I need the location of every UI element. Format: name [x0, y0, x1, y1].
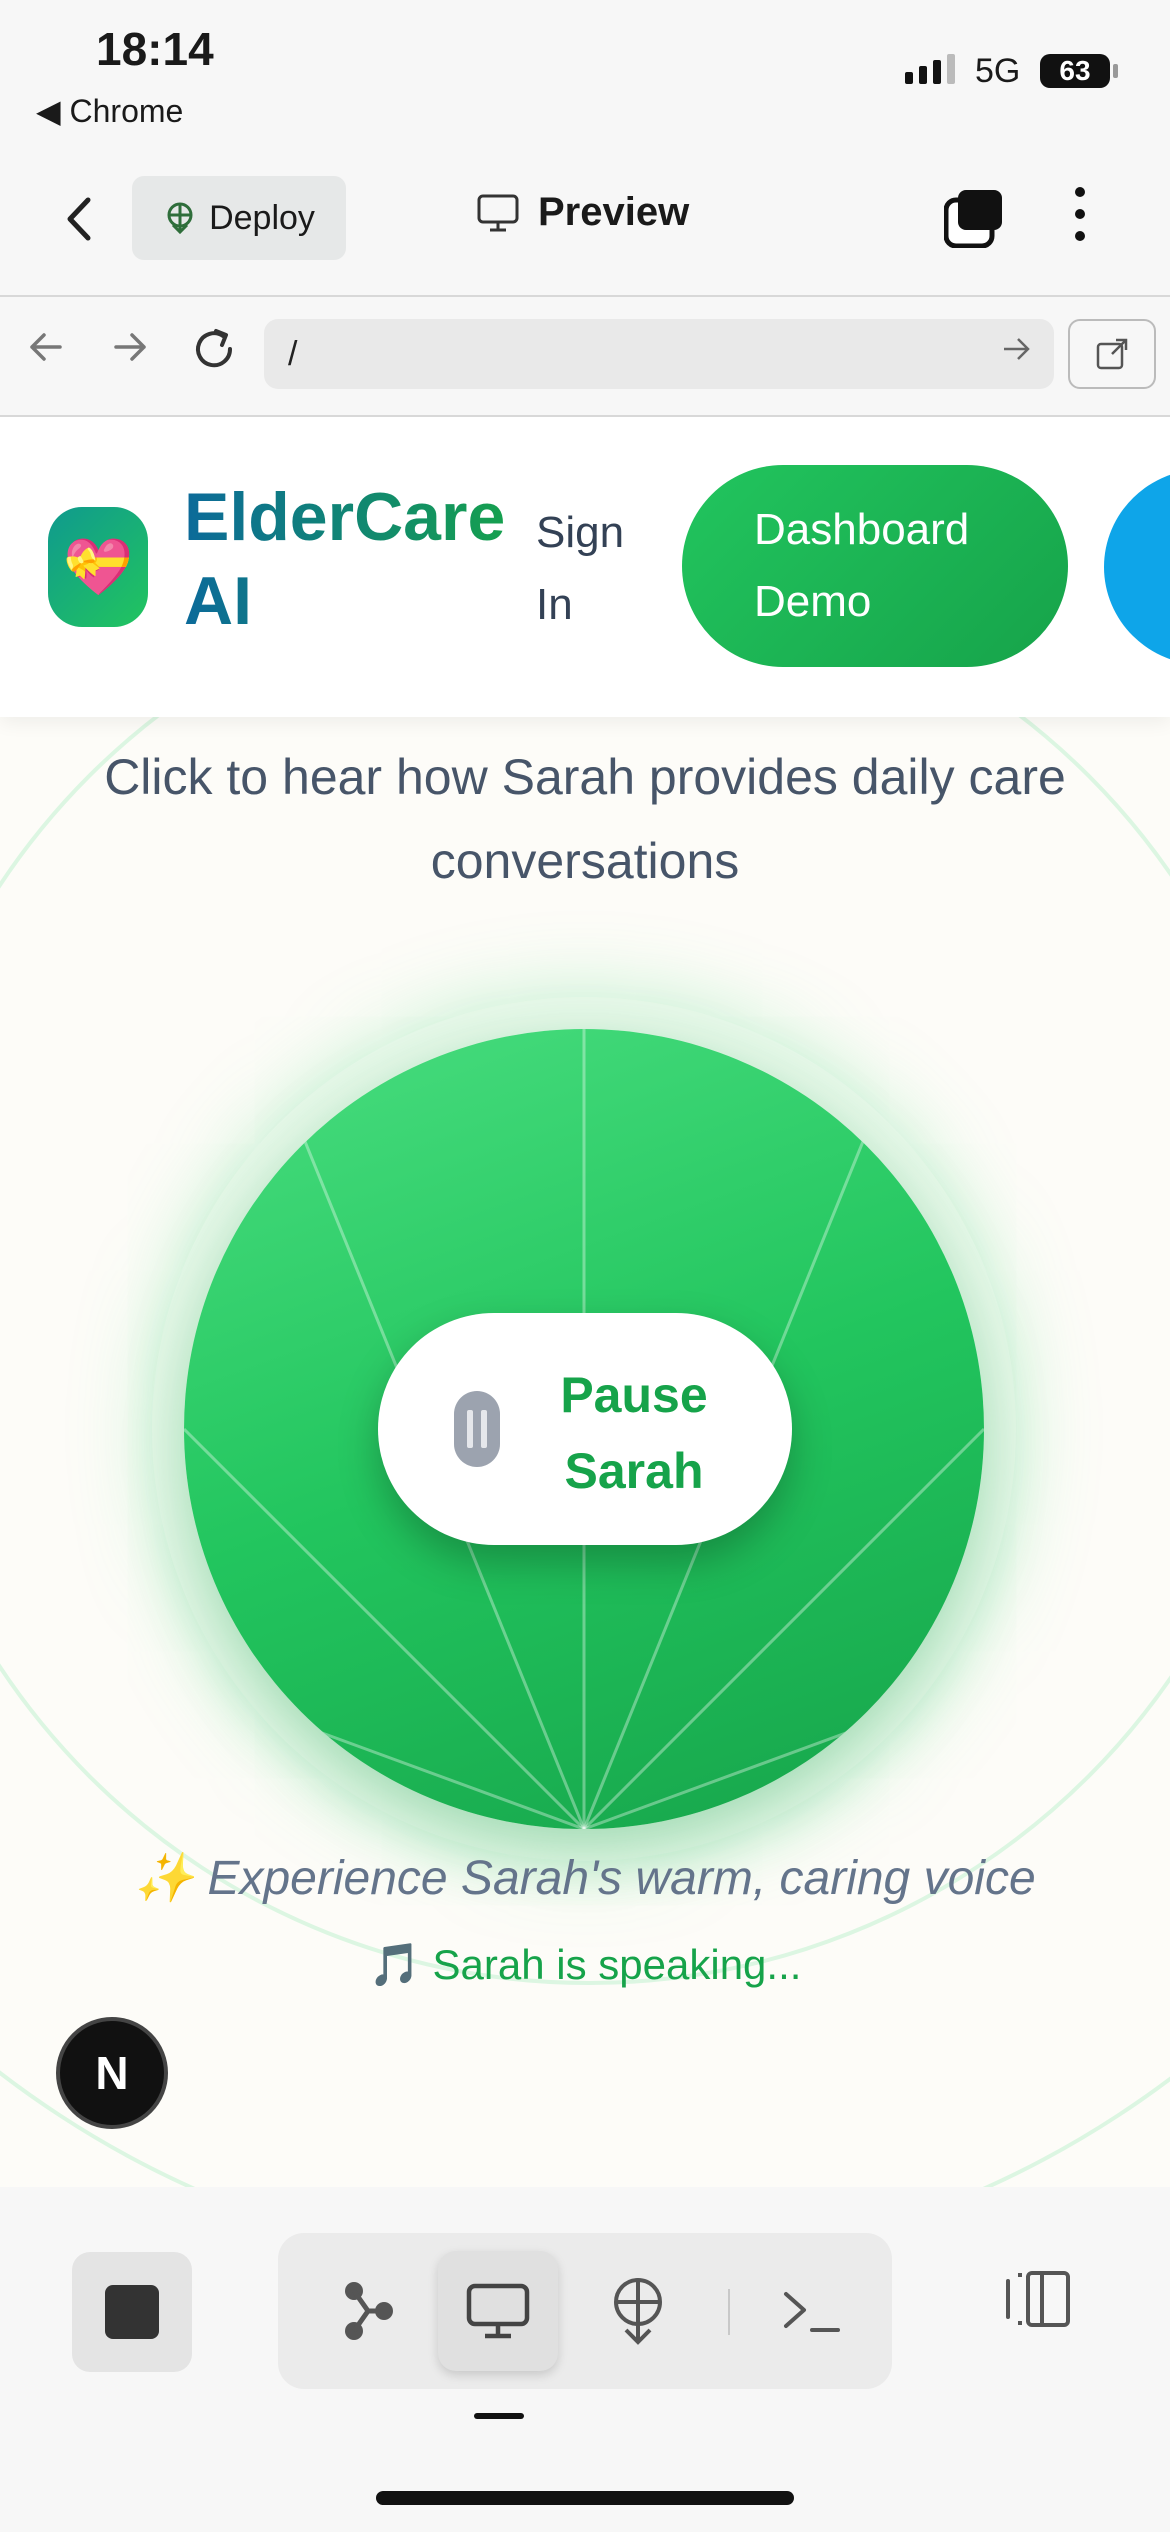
url-bar — [0, 297, 1170, 417]
sign-in-link[interactable]: Sign In — [536, 497, 646, 641]
battery-icon: 63 — [1040, 54, 1118, 88]
cta-button-partial[interactable] — [1104, 469, 1170, 665]
go-arrow-icon[interactable] — [1000, 333, 1032, 374]
network-type: 5G — [975, 52, 1021, 90]
tabs-icon[interactable] — [943, 188, 1002, 249]
deploy-button[interactable]: Deploy — [132, 176, 346, 260]
divider — [728, 2289, 730, 2335]
url-input[interactable] — [264, 319, 1054, 389]
deploy-icon — [167, 202, 193, 235]
preview-tab[interactable]: Preview — [476, 190, 689, 235]
graph-icon[interactable] — [308, 2251, 428, 2371]
deploy-label: Deploy — [209, 198, 315, 237]
back-to-app-link[interactable]: ◀ Chrome — [36, 92, 183, 130]
preview-label: Preview — [538, 190, 690, 234]
speaking-status: 🎵 Sarah is speaking... — [368, 1941, 802, 1988]
reload-icon[interactable] — [190, 325, 238, 385]
stop-button[interactable] — [72, 2252, 192, 2372]
open-external-icon[interactable] — [1068, 319, 1156, 389]
web-page: 💝 ElderCare AI Sign In Dashboard Demo Cl… — [0, 417, 1170, 2187]
forward-arrow-icon[interactable] — [110, 327, 150, 378]
nextjs-dev-badge[interactable]: N — [56, 2017, 168, 2129]
terminal-icon[interactable] — [752, 2251, 872, 2371]
home-indicator — [376, 2491, 794, 2505]
logo-icon: 💝 — [48, 507, 148, 627]
stop-icon — [105, 2285, 159, 2339]
pause-sarah-button[interactable]: Pause Sarah — [378, 1313, 792, 1545]
voice-tagline: ✨ Experience Sarah's warm, caring voice — [134, 1852, 1036, 1905]
active-indicator — [474, 2413, 524, 2419]
pause-sarah-label: Pause Sarah — [560, 1367, 708, 1499]
monitor-icon — [477, 194, 519, 231]
monitor-icon[interactable] — [438, 2251, 558, 2371]
voice-demo-subtitle: Click to hear how Sarah provides daily c… — [104, 749, 1066, 889]
site-header: 💝 ElderCare AI Sign In Dashboard Demo — [0, 417, 1170, 717]
signal-icon — [905, 54, 955, 84]
dashboard-demo-button[interactable]: Dashboard Demo — [682, 465, 1068, 667]
deploy-icon[interactable] — [578, 2251, 698, 2371]
pause-icon — [454, 1391, 500, 1467]
view-switcher — [278, 2233, 892, 2389]
app-toolbar: Deploy Preview — [0, 150, 1170, 297]
bottom-toolbar — [0, 2187, 1170, 2532]
panel-icon[interactable] — [1000, 2267, 1074, 2336]
status-bar: 18:14 ◀ Chrome 5G 63 — [0, 0, 1170, 150]
brand-name[interactable]: ElderCare AI — [184, 475, 524, 643]
chevron-left-icon[interactable] — [60, 192, 96, 259]
status-time: 18:14 — [96, 23, 214, 75]
back-arrow-icon[interactable] — [26, 327, 66, 378]
more-vertical-icon[interactable] — [1060, 184, 1100, 244]
